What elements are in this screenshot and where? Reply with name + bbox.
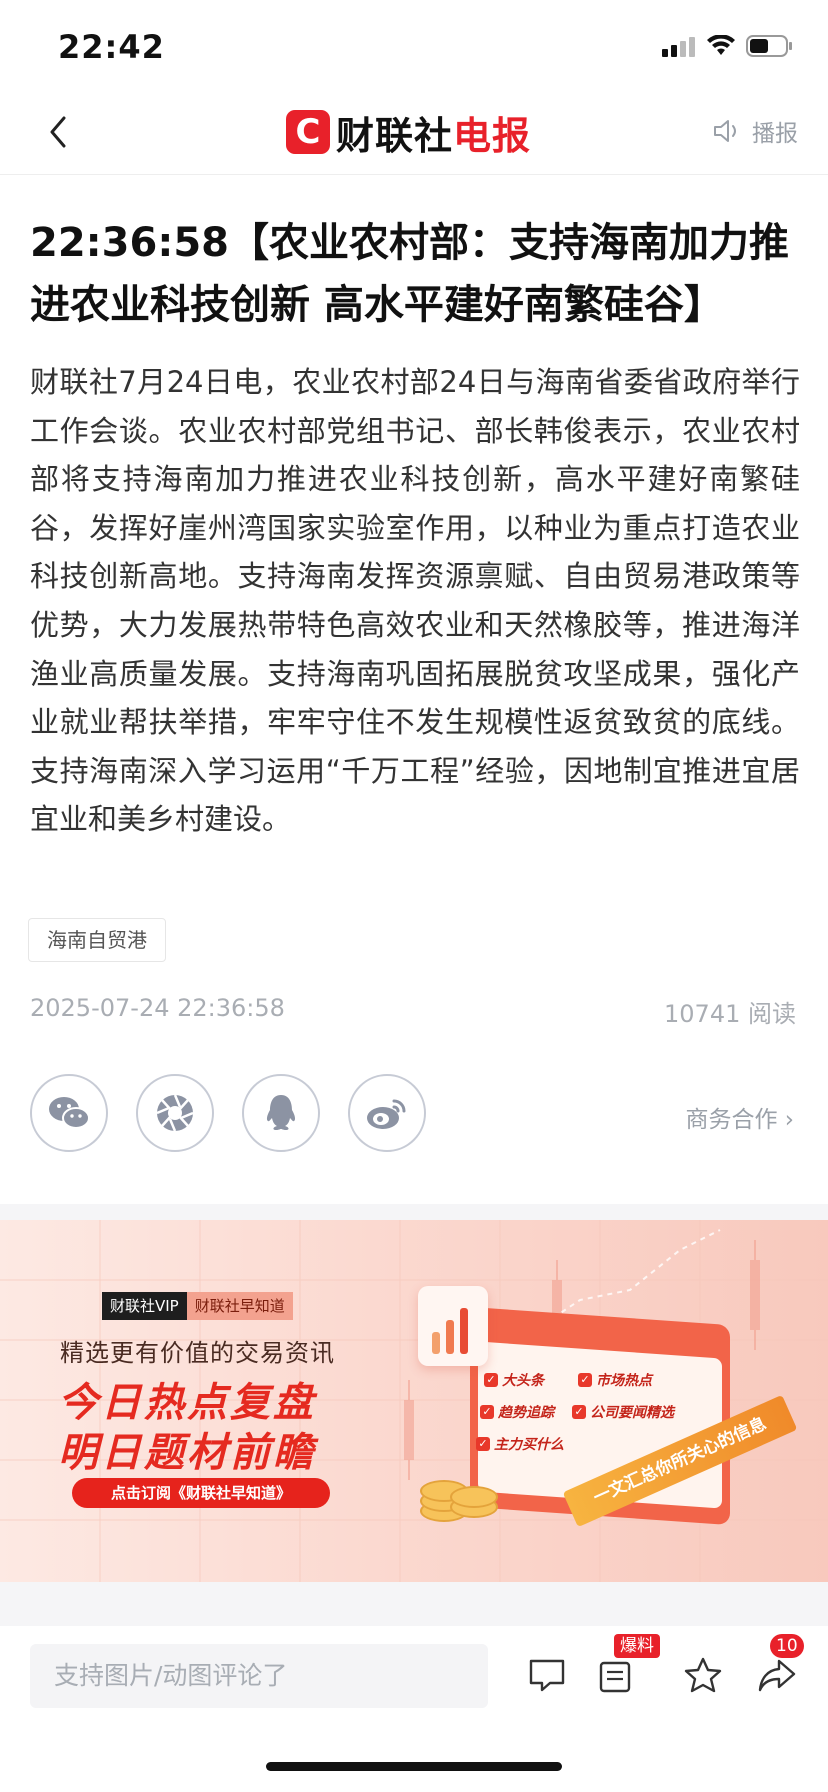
comment-bar: 支持图片/动图评论了 爆料 10 xyxy=(0,1626,828,1726)
cellular-signal-icon xyxy=(662,37,695,57)
section-divider xyxy=(0,1204,828,1220)
share-count-badge: 10 xyxy=(770,1634,804,1658)
vip-tag-row: 财联社VIP 财联社早知道 xyxy=(102,1292,293,1320)
weibo-icon xyxy=(367,1099,406,1129)
read-count: 10741 阅读 xyxy=(664,1000,796,1028)
share-row xyxy=(30,1074,426,1152)
check-icon: ✓ xyxy=(480,1405,494,1419)
check-icon: ✓ xyxy=(572,1405,586,1419)
status-bar: 22:42 xyxy=(0,0,828,92)
moments-icon xyxy=(156,1094,194,1132)
checklist-item: ✓ 公司要闻精选 xyxy=(572,1402,674,1422)
broadcast-label: 播报 xyxy=(752,121,798,147)
checklist-label: 主力买什么 xyxy=(494,1437,564,1453)
checklist-item: ✓ 大头条 xyxy=(484,1370,544,1390)
status-icons xyxy=(662,34,794,58)
checklist-label: 趋势追踪 xyxy=(498,1405,554,1421)
check-icon: ✓ xyxy=(476,1437,490,1451)
publish-date: 2025-07-24 22:36:58 xyxy=(30,994,285,1022)
check-icon: ✓ xyxy=(578,1373,592,1387)
qq-icon xyxy=(266,1095,296,1130)
promo-banner[interactable]: 财联社VIP 财联社早知道 精选更有价值的交易资讯 今日热点复盘 明日题材前瞻 … xyxy=(0,1220,828,1582)
broadcast-button[interactable]: 播报 xyxy=(712,114,798,148)
article-title: 22:36:58【农业农村部：支持海南加力推进农业科技创新 高水平建好南繁硅谷】 xyxy=(30,220,789,328)
back-button[interactable] xyxy=(38,110,78,154)
star-icon xyxy=(684,1657,722,1693)
document-icon xyxy=(599,1661,631,1693)
share-moments-button[interactable] xyxy=(136,1074,214,1152)
comments-button[interactable] xyxy=(524,1652,570,1698)
report-badge: 爆料 xyxy=(614,1634,660,1658)
topic-tag[interactable]: 海南自贸港 xyxy=(28,918,166,962)
share-qq-button[interactable] xyxy=(242,1074,320,1152)
comment-input[interactable]: 支持图片/动图评论了 xyxy=(30,1644,488,1708)
comment-bubble-icon xyxy=(529,1659,565,1692)
checklist-label: 大头条 xyxy=(502,1373,544,1389)
promo-subtitle: 精选更有价值的交易资讯 xyxy=(60,1339,335,1367)
checklist-item: ✓ 主力买什么 xyxy=(476,1434,564,1454)
brand-logo-mark: C xyxy=(286,110,330,154)
article-body: 财联社7月24日电，农业农村部24日与海南省委省政府举行工作会谈。农业农村部党组… xyxy=(30,365,800,837)
brand-name-main: 财联社 xyxy=(336,113,454,158)
brand-logo: C 财联社电报 xyxy=(286,108,531,158)
vip-tag: 财联社VIP xyxy=(102,1292,187,1320)
product-tag: 财联社早知道 xyxy=(186,1292,293,1320)
report-tip-button[interactable] xyxy=(592,1652,638,1698)
home-indicator xyxy=(266,1762,562,1771)
checklist-label: 公司要闻精选 xyxy=(590,1405,674,1421)
checklist-item: ✓ 趋势追踪 xyxy=(480,1402,554,1422)
coins-illustration xyxy=(420,1460,500,1522)
check-icon: ✓ xyxy=(484,1373,498,1387)
business-cooperation-link[interactable]: 商务合作 › xyxy=(685,1100,794,1134)
brand-name: 财联社电报 xyxy=(336,105,531,160)
favorite-button[interactable] xyxy=(680,1652,726,1698)
battery-icon xyxy=(746,35,792,57)
share-wechat-button[interactable] xyxy=(30,1074,108,1152)
subscribe-button[interactable]: 点击订阅《财联社早知道》 xyxy=(72,1478,330,1508)
speaker-icon xyxy=(714,120,736,142)
checklist-item: ✓ 市场热点 xyxy=(578,1370,652,1390)
chevron-left-icon xyxy=(50,116,66,148)
share-arrow-icon xyxy=(758,1659,796,1692)
section-divider xyxy=(0,1582,828,1626)
nav-bar: C 财联社电报 播报 xyxy=(0,92,828,175)
wifi-icon xyxy=(707,35,735,55)
bar-chart-icon xyxy=(432,1308,468,1354)
brand-name-accent: 电报 xyxy=(453,113,532,158)
share-button[interactable] xyxy=(754,1652,800,1698)
promo-headline-2: 明日题材前瞻 xyxy=(58,1430,316,1476)
checklist-label: 市场热点 xyxy=(596,1373,652,1389)
share-weibo-button[interactable] xyxy=(348,1074,426,1152)
status-time: 22:42 xyxy=(58,28,165,66)
chart-card-illustration xyxy=(418,1286,488,1366)
wechat-icon xyxy=(49,1097,90,1129)
